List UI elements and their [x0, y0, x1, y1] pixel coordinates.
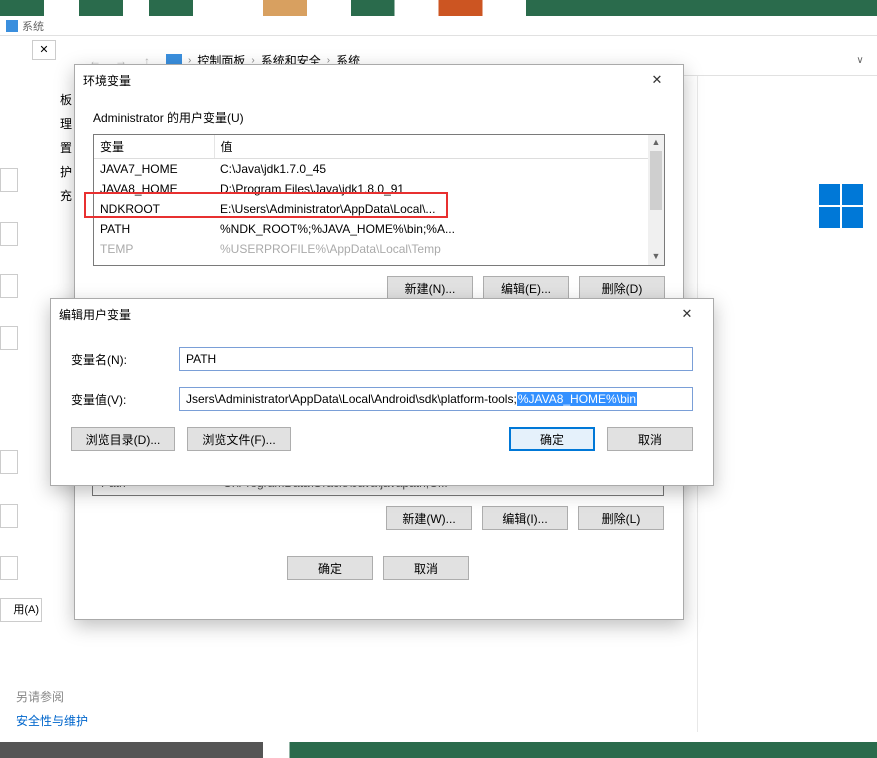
dialog-title-text: 环境变量 — [83, 72, 131, 89]
browse-file-button[interactable]: 浏览文件(F)... — [187, 427, 291, 451]
browse-dir-button[interactable]: 浏览目录(D)... — [71, 427, 175, 451]
scroll-up-icon[interactable]: ▲ — [648, 135, 664, 151]
cancel-button[interactable]: 取消 — [383, 556, 469, 580]
fragment-button[interactable] — [0, 168, 18, 192]
table-row[interactable]: JAVA8_HOMED:\Program Files\Java\jdk1.8.0… — [94, 179, 664, 199]
fragment-button[interactable] — [0, 274, 18, 298]
user-vars-listbox[interactable]: 变量 值 JAVA7_HOMEC:\Java\jdk1.7.0_45 JAVA8… — [93, 134, 665, 266]
windows-logo-icon — [819, 184, 863, 228]
window-title: 系统 — [22, 18, 44, 34]
var-value-input[interactable]: Jsers\Administrator\AppData\Local\Androi… — [179, 387, 693, 411]
system-vars-area: PathC:\ProgramData\Oracle\Java\javapath;… — [92, 470, 664, 580]
fragment-button[interactable] — [0, 556, 18, 580]
delete-button-sys[interactable]: 删除(L) — [578, 506, 664, 530]
var-name-input[interactable]: PATH — [179, 347, 693, 371]
ok-button[interactable]: 确定 — [509, 427, 595, 451]
fragment-button[interactable] — [0, 504, 18, 528]
ok-button[interactable]: 确定 — [287, 556, 373, 580]
var-value-label: 变量值(V): — [71, 391, 179, 408]
close-icon[interactable]: ✕ — [639, 66, 675, 94]
cancel-button[interactable]: 取消 — [607, 427, 693, 451]
taskbar-thumbnails — [0, 0, 877, 16]
user-vars-label: Administrator 的用户变量(U) — [93, 109, 665, 126]
dialog-title-text: 编辑用户变量 — [59, 306, 131, 323]
left-sidebar-fragment: 板 理 置 护 充 — [60, 88, 70, 208]
dialog-titlebar: 编辑用户变量 ✕ — [51, 299, 713, 329]
fragment-button[interactable] — [0, 450, 18, 474]
scroll-thumb[interactable] — [650, 151, 662, 210]
dialog-titlebar: 环境变量 ✕ — [75, 65, 683, 95]
edit-button-sys[interactable]: 编辑(I)... — [482, 506, 568, 530]
table-row[interactable]: NDKROOTE:\Users\Administrator\AppData\Lo… — [94, 199, 664, 219]
column-header-value[interactable]: 值 — [214, 135, 664, 159]
edit-button[interactable]: 编辑(E)... — [483, 276, 569, 300]
var-name-label: 变量名(N): — [71, 351, 179, 368]
bottom-thumbnail-strip — [0, 742, 877, 758]
see-also-label: 另请参阅 — [16, 688, 64, 705]
security-maintenance-link[interactable]: 安全性与维护 — [16, 712, 88, 729]
new-button[interactable]: 新建(N)... — [387, 276, 473, 300]
selected-text: %JAVA8_HOME%\bin — [517, 392, 637, 406]
table-row[interactable]: PATH%NDK_ROOT%;%JAVA_HOME%\bin;%A... — [94, 219, 664, 239]
apply-button-fragment[interactable]: 用(A) — [0, 598, 42, 622]
close-button-small[interactable]: ✕ — [32, 40, 56, 60]
address-dropdown[interactable]: ∨ — [849, 50, 871, 72]
new-button-sys[interactable]: 新建(W)... — [386, 506, 472, 530]
fragment-button[interactable] — [0, 222, 18, 246]
table-row[interactable]: TEMP%USERPROFILE%\AppData\Local\Temp — [94, 239, 664, 259]
scroll-down-icon[interactable]: ▼ — [648, 249, 664, 265]
close-icon[interactable]: ✕ — [669, 300, 705, 328]
column-header-variable[interactable]: 变量 — [94, 135, 214, 159]
scrollbar[interactable]: ▲ ▼ — [648, 135, 664, 265]
window-titlebar: 系统 — [0, 16, 877, 36]
system-icon — [6, 20, 18, 32]
edit-user-var-dialog: 编辑用户变量 ✕ 变量名(N): PATH 变量值(V): Jsers\Admi… — [50, 298, 714, 486]
delete-button[interactable]: 删除(D) — [579, 276, 665, 300]
table-row[interactable]: JAVA7_HOMEC:\Java\jdk1.7.0_45 — [94, 159, 664, 180]
fragment-button[interactable] — [0, 326, 18, 350]
